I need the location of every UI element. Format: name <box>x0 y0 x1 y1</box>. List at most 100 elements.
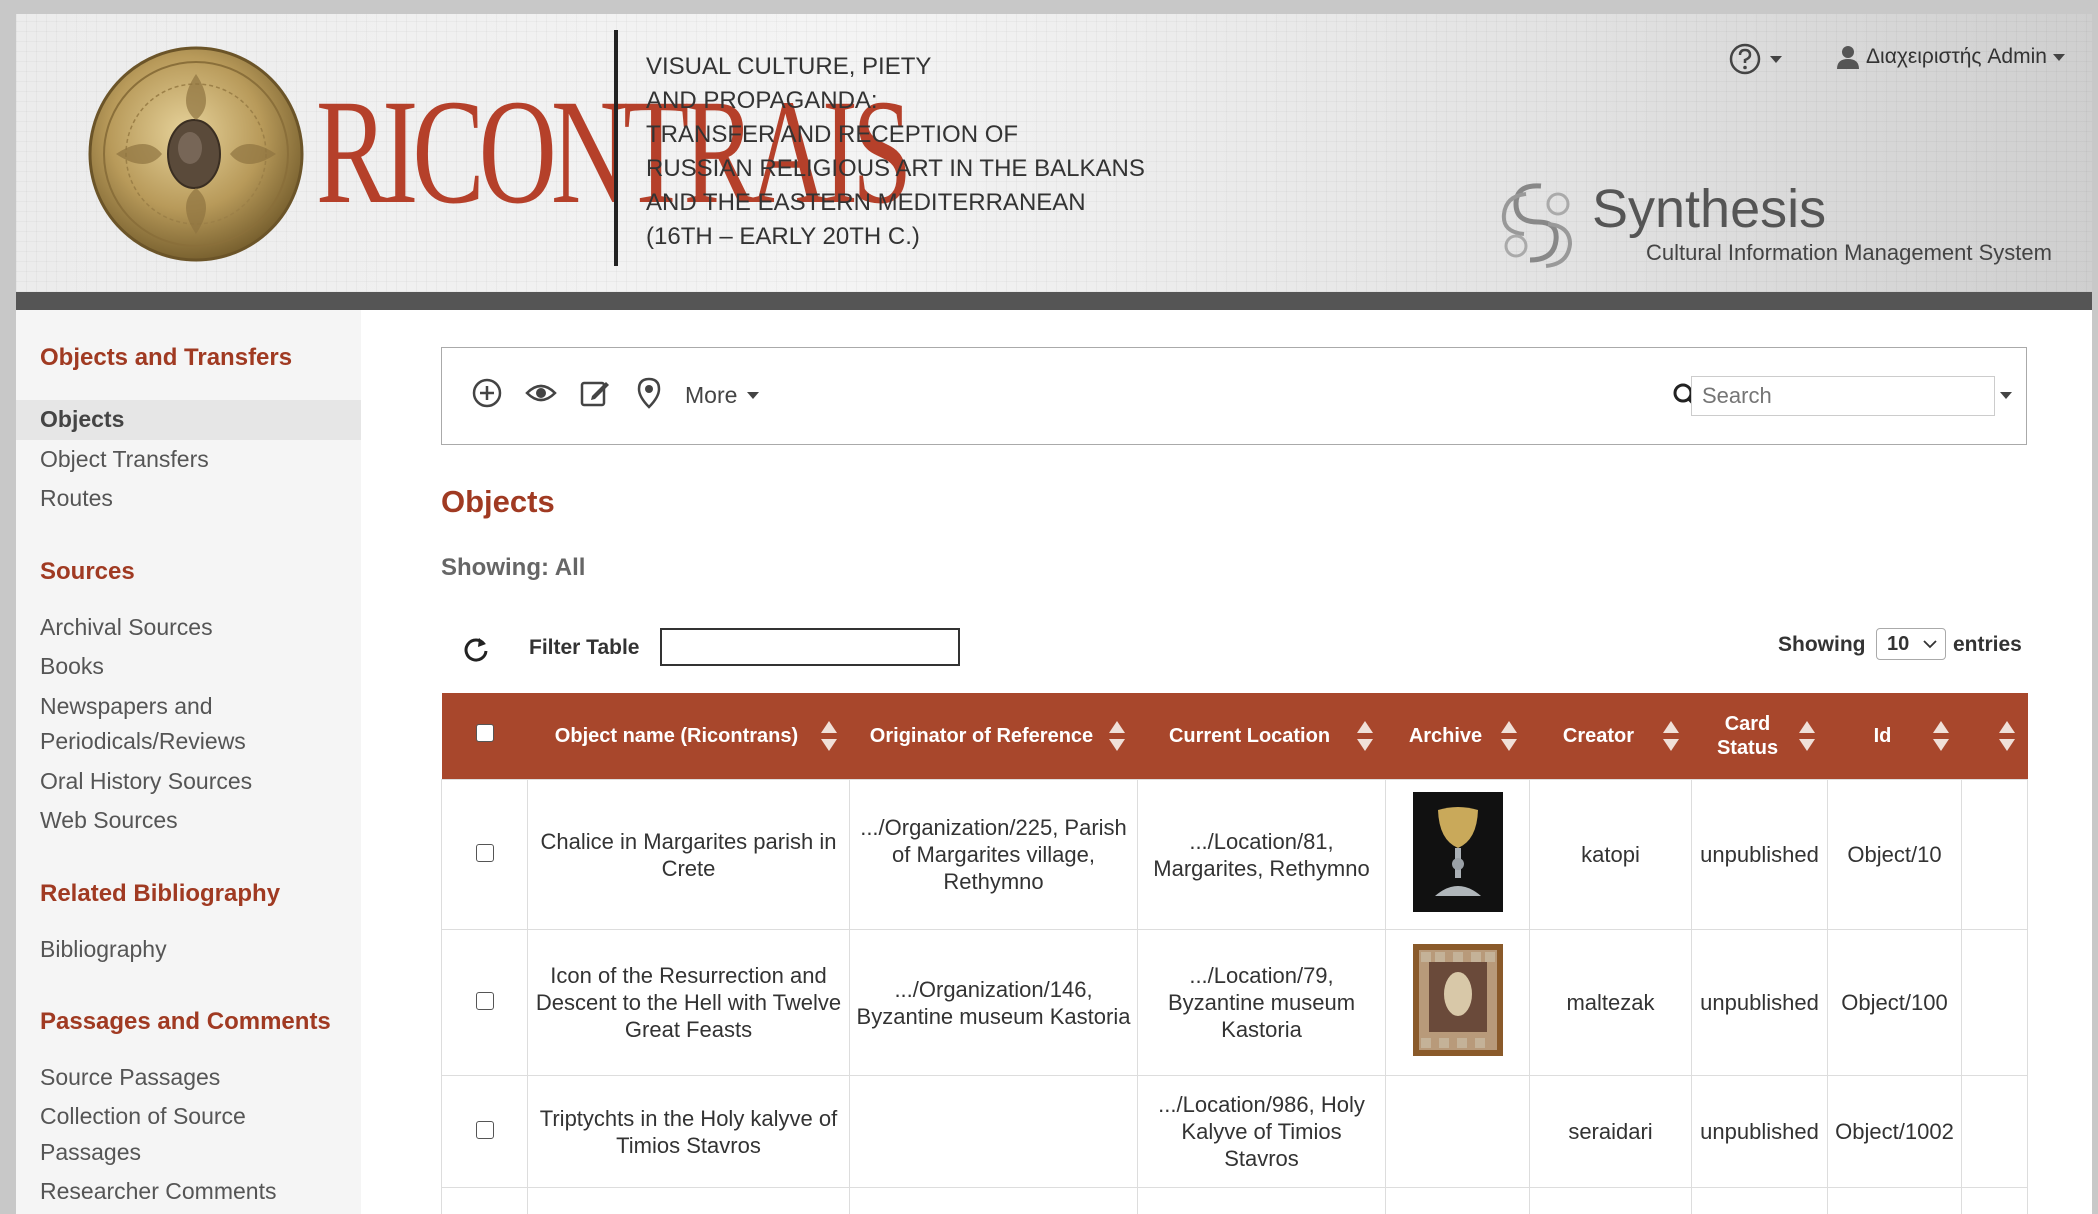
originator-cell <box>849 1075 1138 1188</box>
help-menu[interactable] <box>1728 42 1782 76</box>
sort-icon[interactable] <box>1500 721 1518 751</box>
column-header-originator[interactable]: Originator of Reference <box>849 693 1138 780</box>
creator-cell: seraidari <box>1529 1075 1692 1188</box>
project-title-line: AND THE EASTERN MEDITERRANEAN <box>646 189 1086 216</box>
object-name-cell[interactable]: Icon of the Resurrection and Descent to … <box>527 929 850 1076</box>
object-name-cell[interactable]: Triptychts in the Holy kalyve of Timios … <box>527 1075 850 1188</box>
filter-table-input[interactable] <box>660 628 960 666</box>
entries-select[interactable]: 10 <box>1876 628 1946 660</box>
project-title: VISUAL CULTURE, PIETY AND PROPAGANDA: TR… <box>646 50 1145 254</box>
table-cell <box>1529 1187 1692 1214</box>
id-cell[interactable]: Object/1002 <box>1827 1075 1962 1188</box>
sidebar-item-collection-of-source[interactable]: Collection of Source <box>40 1103 246 1130</box>
column-header-card-status[interactable]: Card Status <box>1691 693 1828 780</box>
header-bar <box>16 292 2092 310</box>
column-label: Card Status <box>1716 713 1779 759</box>
sort-icon[interactable] <box>1998 721 2016 751</box>
sort-icon[interactable] <box>820 721 838 751</box>
select-all-checkbox[interactable] <box>475 724 494 742</box>
table-cell <box>1385 1187 1530 1214</box>
table-cell <box>527 1187 850 1214</box>
project-title-line: RUSSIAN RELIGIOUS ART IN THE BALKANS <box>646 155 1145 182</box>
synthesis-subtitle: Cultural Information Management System <box>1646 240 2052 265</box>
sidebar-item-newspapers[interactable]: Newspapers and <box>40 693 213 720</box>
archive-cell <box>1385 779 1530 930</box>
column-header-archive[interactable]: Archive <box>1385 693 1530 780</box>
sidebar-item-books[interactable]: Books <box>40 653 104 680</box>
header-divider <box>614 30 618 266</box>
row-select-cell <box>441 779 528 930</box>
table-cell <box>1827 1187 1962 1214</box>
sidebar-item-periodicals[interactable]: Periodicals/Reviews <box>40 728 246 755</box>
column-label: Id <box>1873 725 1892 747</box>
column-header-extra[interactable] <box>1961 693 2028 780</box>
refresh-icon[interactable] <box>463 636 489 662</box>
synthesis-logo-icon <box>1501 183 1573 268</box>
sidebar-item-oral-history-sources[interactable]: Oral History Sources <box>40 768 252 795</box>
row-checkbox[interactable] <box>475 992 494 1010</box>
user-icon <box>1837 46 1859 69</box>
sort-icon[interactable] <box>1108 721 1126 751</box>
sidebar-heading-sources: Sources <box>40 558 135 585</box>
sort-icon[interactable] <box>1932 721 1950 751</box>
status-cell: unpublished <box>1691 929 1828 1076</box>
table-cell <box>849 1187 1138 1214</box>
sidebar-heading-passages-and-comments: Passages and Comments <box>40 1008 331 1035</box>
icon-thumbnail[interactable] <box>1412 943 1503 1056</box>
row-checkbox[interactable] <box>475 1121 494 1139</box>
table-cell <box>1137 1187 1386 1214</box>
chevron-down-icon <box>2052 53 2065 61</box>
sidebar-item-researcher-comments[interactable]: Researcher Comments <box>40 1178 276 1205</box>
extra-cell <box>1961 929 2028 1076</box>
project-title-line: AND PROPAGANDA: <box>646 87 878 114</box>
column-header-creator[interactable]: Creator <box>1529 693 1692 780</box>
table-row[interactable]: Triptychts in the Holy kalyve of Timios … <box>441 1075 2028 1188</box>
column-header-id[interactable]: Id <box>1827 693 1962 780</box>
sidebar-item-objects[interactable]: Objects <box>40 406 124 433</box>
sidebar-item-routes[interactable]: Routes <box>40 485 113 512</box>
object-name-cell[interactable]: Chalice in Margarites parish in Crete <box>527 779 850 930</box>
row-select-cell <box>441 929 528 1076</box>
originator-cell: .../Organization/225, Parish of Margarit… <box>849 779 1138 930</box>
more-label: More <box>685 382 738 408</box>
view-eye-icon[interactable] <box>524 376 558 410</box>
sidebar-item-web-sources[interactable]: Web Sources <box>40 807 178 834</box>
sort-icon[interactable] <box>1356 721 1374 751</box>
user-menu[interactable]: Διαχειριστής Admin <box>1836 44 2065 70</box>
showing-label: Showing <box>1778 633 1866 656</box>
status-cell: unpublished <box>1691 1075 1828 1188</box>
location-cell: .../Location/81, Margarites, Rethymno <box>1137 779 1386 930</box>
project-title-line: VISUAL CULTURE, PIETY <box>646 53 932 80</box>
filter-table-label: Filter Table <box>529 636 640 659</box>
extra-cell <box>1961 779 2028 930</box>
column-label: Originator of Reference <box>869 725 1094 747</box>
sidebar-item-archival-sources[interactable]: Archival Sources <box>40 614 213 641</box>
chalice-thumbnail[interactable] <box>1412 791 1503 912</box>
id-cell[interactable]: Object/10 <box>1827 779 1962 930</box>
table-row[interactable]: Chalice in Margarites parish in Crete ..… <box>441 779 2028 930</box>
table-row[interactable] <box>441 1187 2028 1214</box>
column-header-object-name[interactable]: Object name (Ricontrans) <box>527 693 850 780</box>
sort-icon[interactable] <box>1662 721 1680 751</box>
sort-icon[interactable] <box>1798 721 1816 751</box>
column-header-current-location[interactable]: Current Location <box>1137 693 1386 780</box>
column-label: Creator <box>1562 725 1635 747</box>
page-title: Objects <box>441 484 555 519</box>
search-input[interactable] <box>1691 376 1995 416</box>
map-pin-icon[interactable] <box>632 376 666 410</box>
id-cell[interactable]: Object/100 <box>1827 929 1962 1076</box>
sidebar-item-collection-passages[interactable]: Passages <box>40 1139 141 1166</box>
creator-cell: katopi <box>1529 779 1692 930</box>
table-row[interactable]: Icon of the Resurrection and Descent to … <box>441 929 2028 1076</box>
sidebar-item-object-transfers[interactable]: Object Transfers <box>40 446 209 473</box>
row-checkbox[interactable] <box>475 844 494 862</box>
more-menu-button[interactable]: More <box>685 382 760 409</box>
edit-icon[interactable] <box>578 376 612 410</box>
objects-table: Object name (Ricontrans) Originator of R… <box>441 693 2028 1214</box>
add-circle-icon[interactable] <box>470 376 504 410</box>
location-cell: .../Location/986, Holy Kalyve of Timios … <box>1137 1075 1386 1188</box>
search-options-dropdown-icon[interactable] <box>2000 392 2012 399</box>
sidebar-item-source-passages[interactable]: Source Passages <box>40 1064 220 1091</box>
entries-value: 10 <box>1887 632 1910 655</box>
sidebar-item-bibliography[interactable]: Bibliography <box>40 936 167 963</box>
